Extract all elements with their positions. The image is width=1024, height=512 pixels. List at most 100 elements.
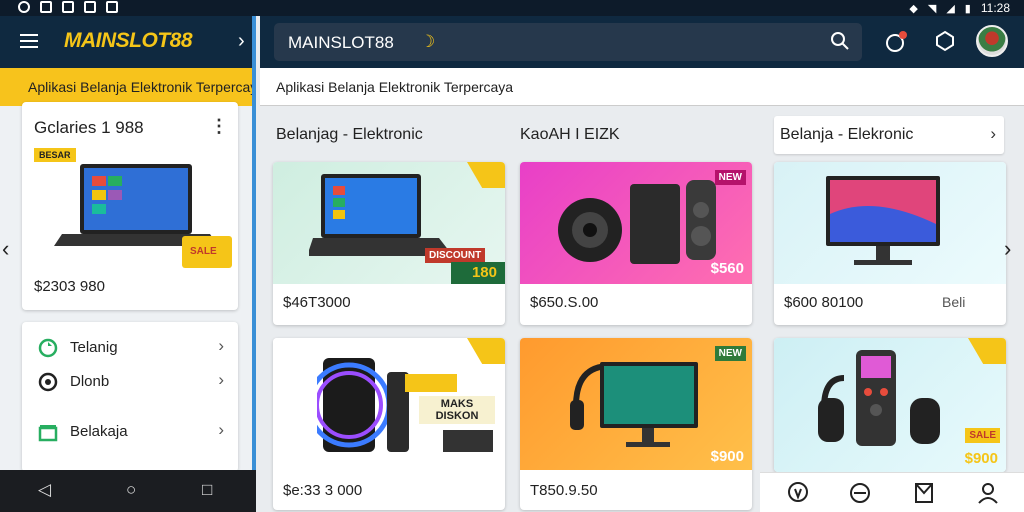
product-price: $46T3000 (283, 294, 351, 311)
product-card[interactable]: NEW $900 T850.9.50 (520, 338, 752, 510)
product-title: Gclaries 1 988 (34, 118, 144, 137)
avatar[interactable] (976, 25, 1008, 57)
category-menu: Telanig › Dlonb › Belakaja › (22, 322, 238, 472)
column-title: KaoAH I EIZK (520, 126, 620, 143)
status-time: 11:28 (980, 1, 1010, 15)
audio-player-image (818, 350, 940, 446)
refresh-icon (38, 338, 58, 358)
settings-icon[interactable] (934, 30, 956, 52)
product-image: SALE $900 (774, 338, 1006, 472)
wifi-icon: ◥ (927, 2, 937, 15)
search-icon[interactable] (830, 31, 850, 51)
banner-text: Aplikasi Belanja Elektronik Terpercaya (276, 79, 514, 95)
product-image: DISCOUNT 180 (273, 162, 505, 284)
product-image: MAKS DISKON (273, 338, 505, 470)
chevron-right-icon[interactable]: › (238, 30, 245, 53)
system-nav-bar: ◁ ○ □ (0, 470, 256, 512)
top-header: MAINSLOT88 ☽ (260, 16, 1024, 68)
price-tag: $900 (710, 448, 744, 465)
product-image (774, 162, 1006, 284)
chevron-right-icon: › (218, 336, 224, 355)
search-bar[interactable]: MAINSLOT88 ☽ (274, 23, 862, 61)
product-price: $650.S.00 (530, 294, 599, 311)
menu-item[interactable]: Belakaja › (22, 414, 238, 448)
product-price: $600 80100 (784, 294, 864, 311)
featured-product-card[interactable]: Gclaries 1 988 ⋮ BESAR SALE $2303 980 (22, 102, 238, 310)
info-icon (38, 372, 58, 392)
compass-icon[interactable] (848, 481, 872, 505)
product-image: NEW $560 (520, 162, 752, 284)
sale-badge: SALE (182, 236, 232, 268)
price-tag: 180 (471, 264, 497, 281)
badge-icon (467, 338, 505, 364)
gpu-image (443, 430, 493, 452)
product-tag: BESAR (34, 148, 76, 162)
category-selector[interactable]: Belanja - Elekronic › (774, 116, 1004, 154)
menu-item[interactable]: Telanig › (22, 330, 238, 364)
badge-icon (467, 162, 505, 188)
signal-icon: ◢ (946, 2, 955, 15)
pc-case-image (317, 358, 409, 452)
price-tag: $560 (710, 260, 744, 277)
search-input[interactable]: MAINSLOT88 (288, 33, 394, 53)
store-icon (38, 425, 58, 442)
app-icon (62, 1, 74, 13)
app-header: MAINSLOT88 › (0, 16, 252, 68)
sale-label: SALE (190, 246, 217, 257)
recents-icon[interactable]: □ (202, 480, 212, 500)
back-icon[interactable]: ◁ (38, 480, 51, 500)
menu-item-label: Telanig (70, 339, 118, 356)
product-image: NEW $900 (520, 338, 752, 470)
chevron-right-icon: › (990, 124, 996, 143)
promo-tag: MAKS DISKON (419, 396, 495, 424)
promo-tag: NEW (714, 170, 746, 185)
status-bar: ◆ ◥ ◢ ▮ 11:28 (0, 0, 1024, 16)
category-title: Belanja - Elekronic (780, 126, 914, 143)
menu-icon[interactable] (20, 34, 38, 48)
app-icon (106, 1, 118, 13)
notification-icon[interactable] (884, 30, 908, 54)
bookmark-icon[interactable] (912, 481, 936, 505)
status-icons-right: ◆ ◥ ◢ ▮ 11:28 (909, 1, 1010, 15)
speaker-image (558, 180, 716, 264)
home-icon[interactable]: ○ (126, 480, 136, 500)
chevron-right-icon[interactable]: › (1004, 236, 1011, 262)
product-card[interactable]: NEW $560 $650.S.00 (520, 162, 752, 325)
product-price: T850.9.50 (530, 482, 598, 499)
product-price: $2303 980 (34, 278, 105, 295)
product-card[interactable]: $600 80100 Beli (774, 162, 1006, 325)
badge-icon (968, 338, 1006, 364)
app-logo: MAINSLOT88 (64, 29, 193, 52)
bottom-nav (760, 472, 1024, 512)
location-icon[interactable] (786, 481, 810, 505)
product-card[interactable]: SALE $900 (774, 338, 1006, 472)
notification-icon (18, 1, 30, 13)
product-card[interactable]: MAKS DISKON $e:33 3 000 (273, 338, 505, 510)
promo-tag: DISCOUNT (425, 248, 486, 263)
promo-tag: SALE (965, 428, 1000, 443)
ram-image (405, 374, 457, 392)
product-price: $e:33 3 000 (283, 482, 363, 499)
more-options-icon[interactable]: ⋮ (210, 116, 228, 137)
moon-icon: ☽ (420, 32, 436, 51)
beli-label[interactable]: Beli (942, 294, 965, 310)
battery-icon: ▮ (964, 2, 971, 15)
price-tag: $900 (964, 450, 998, 467)
left-banner: Aplikasi Belanja Elektronik Terpercaya (0, 68, 252, 106)
menu-item-label: Belakaja (70, 423, 128, 440)
chevron-left-icon[interactable]: ‹ (2, 236, 9, 262)
menu-item-label: Dlonb (70, 373, 110, 390)
gallery-icon (40, 1, 52, 13)
chevron-right-icon: › (218, 420, 224, 439)
location-icon: ◆ (909, 2, 918, 15)
menu-item[interactable]: Dlonb › (22, 364, 238, 398)
product-card[interactable]: DISCOUNT 180 $46T3000 (273, 162, 505, 325)
profile-icon[interactable] (976, 481, 1000, 505)
app-icon (84, 1, 96, 13)
monitor-headphones-image (570, 362, 698, 447)
monitor-image (826, 176, 940, 265)
column-title: Belanjag - Elektronic (276, 126, 423, 143)
promo-tag: NEW (714, 346, 746, 361)
page-banner: Aplikasi Belanja Elektronik Terpercaya (260, 68, 1024, 106)
status-icons-left (18, 1, 118, 13)
